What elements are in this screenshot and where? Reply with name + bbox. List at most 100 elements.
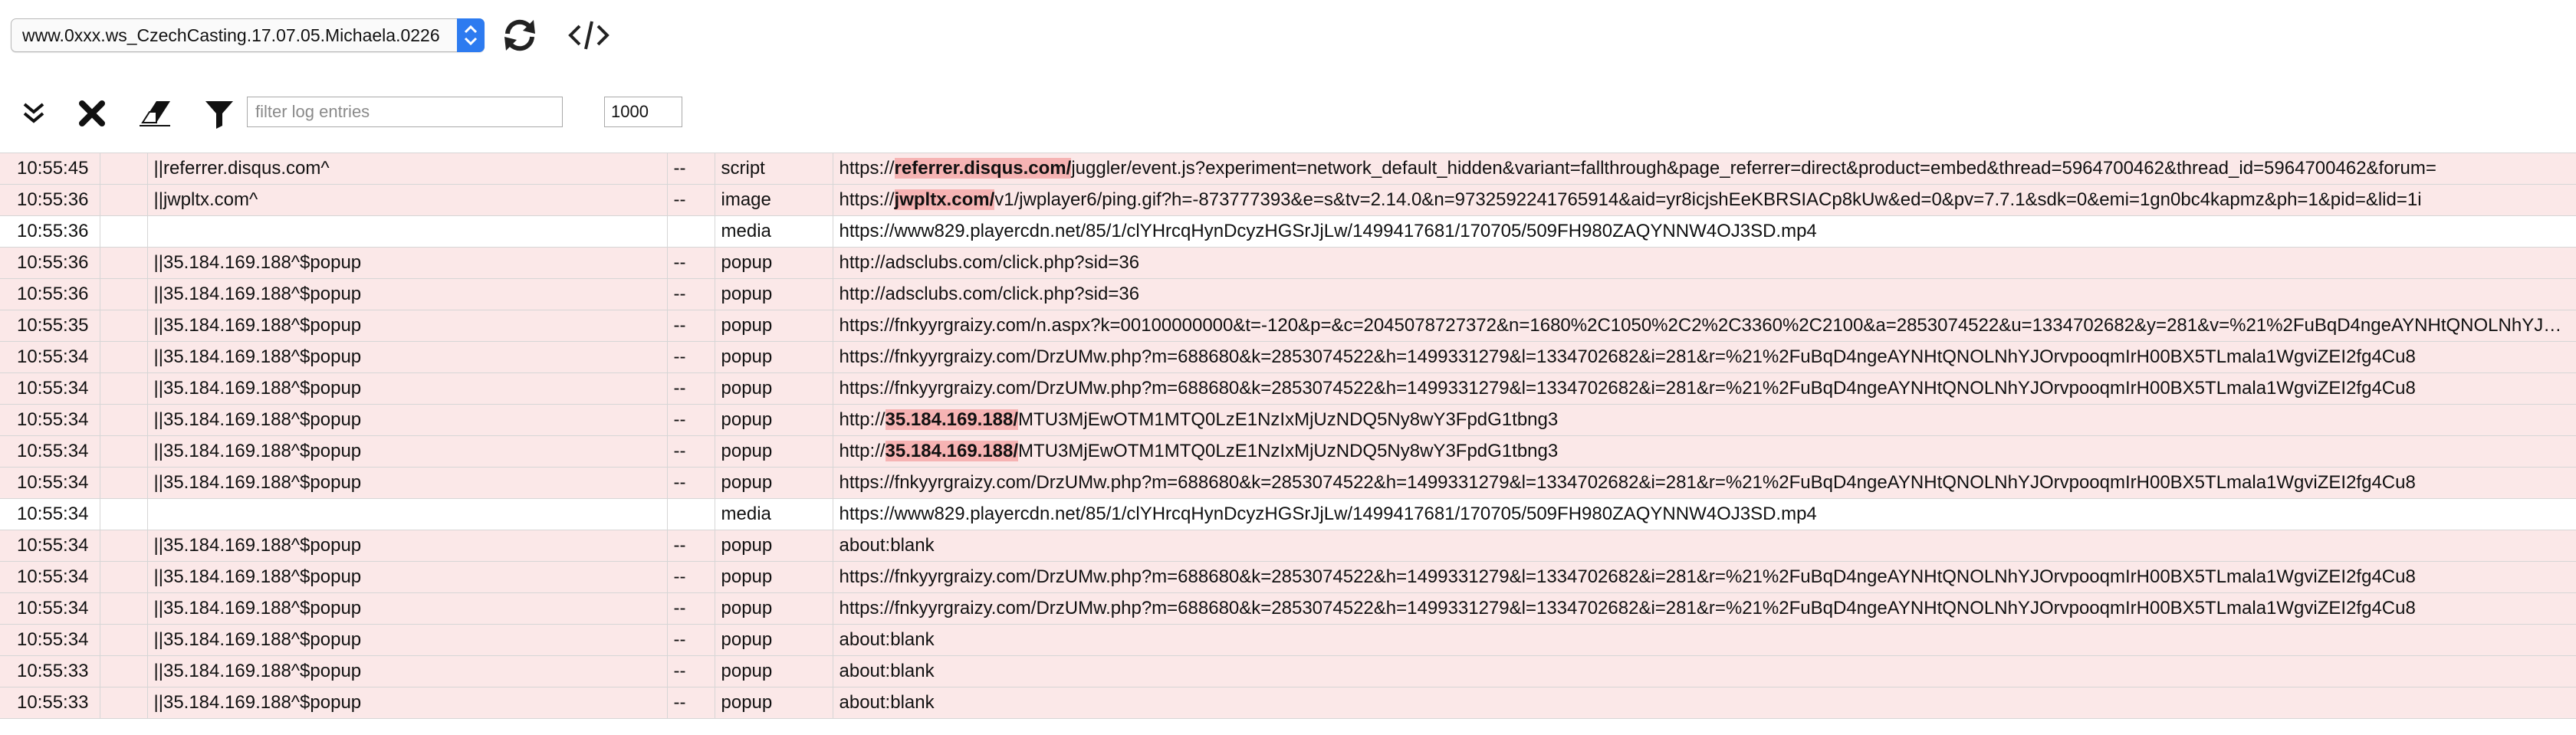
log-filter-cell[interactable]: ||35.184.169.188^$popup: [147, 656, 667, 687]
log-row[interactable]: 10:55:34||35.184.169.188^$popup--popupht…: [0, 436, 2576, 468]
log-tab-cell: [100, 310, 147, 342]
log-url-cell[interactable]: http://adsclubs.com/click.php?sid=36: [833, 279, 2576, 310]
log-type-cell: image: [715, 185, 833, 216]
log-row[interactable]: 10:55:36mediahttps://www829.playercdn.ne…: [0, 216, 2576, 248]
log-action-cell: --: [667, 562, 715, 593]
log-row[interactable]: 10:55:34||35.184.169.188^$popup--popupht…: [0, 373, 2576, 405]
log-row[interactable]: 10:55:34||35.184.169.188^$popup--popupht…: [0, 342, 2576, 373]
log-row[interactable]: 10:55:35||35.184.169.188^$popup--popupht…: [0, 310, 2576, 342]
log-action-cell: --: [667, 468, 715, 499]
log-filter-cell[interactable]: ||35.184.169.188^$popup: [147, 687, 667, 719]
log-filter-cell[interactable]: ||35.184.169.188^$popup: [147, 373, 667, 405]
log-action-cell: --: [667, 625, 715, 656]
clear-icon[interactable]: [74, 95, 110, 132]
log-row[interactable]: 10:55:34 ||35.184.169.188^$popup--popupab…: [0, 625, 2576, 656]
tab-selector-value: www.0xxx.ws_CzechCasting.17.07.05.Michae…: [22, 19, 440, 51]
log-tab-cell: [100, 530, 147, 562]
log-row[interactable]: 10:55:33||35.184.169.188^$popup--popupab…: [0, 656, 2576, 687]
log-filter-cell[interactable]: ||35.184.169.188^$popup: [147, 279, 667, 310]
log-url-cell[interactable]: about:blank: [833, 687, 2576, 719]
log-filter-cell[interactable]: ||35.184.169.188^$popup: [147, 248, 667, 279]
collapse-icon[interactable]: [15, 95, 52, 132]
log-filter-cell[interactable]: ||35.184.169.188^$popup: [147, 436, 667, 468]
log-filter-cell[interactable]: [147, 499, 667, 530]
log-url-cell[interactable]: https://fnkyyrgraizy.com/DrzUMw.php?m=68…: [833, 468, 2576, 499]
log-filter-cell[interactable]: [147, 216, 667, 248]
log-filter-cell[interactable]: ||35.184.169.188^$popup: [147, 405, 667, 436]
log-url-cell[interactable]: https://fnkyyrgraizy.com/DrzUMw.php?m=68…: [833, 562, 2576, 593]
log-time-cell: 10:55:34: [0, 625, 100, 656]
filter-log-input[interactable]: [247, 97, 563, 127]
log-url-cell[interactable]: https://fnkyyrgraizy.com/DrzUMw.php?m=68…: [833, 342, 2576, 373]
tab-selector[interactable]: www.0xxx.ws_CzechCasting.17.07.05.Michae…: [11, 18, 485, 52]
log-type-cell: media: [715, 216, 833, 248]
log-filter-cell[interactable]: ||35.184.169.188^$popup: [147, 342, 667, 373]
log-row[interactable]: 10:55:34||35.184.169.188^$popup--popupab…: [0, 530, 2576, 562]
log-url-cell[interactable]: https://www829.playercdn.net/85/1/clYHrc…: [833, 216, 2576, 248]
top-bar: www.0xxx.ws_CzechCasting.17.07.05.Michae…: [0, 0, 2576, 71]
log-url-cell[interactable]: http://35.184.169.188/MTU3MjEwOTM1MTQ0Lz…: [833, 405, 2576, 436]
log-row[interactable]: 10:55:36||35.184.169.188^$popup--popupht…: [0, 248, 2576, 279]
log-url-cell[interactable]: https://fnkyyrgraizy.com/n.aspx?k=001000…: [833, 310, 2576, 342]
log-type-cell: popup: [715, 530, 833, 562]
log-type-cell: popup: [715, 248, 833, 279]
code-icon[interactable]: [566, 15, 612, 55]
log-time-cell: 10:55:33: [0, 687, 100, 719]
log-row[interactable]: 10:55:34 ||35.184.169.188^$popup--popupht…: [0, 593, 2576, 625]
log-row[interactable]: 10:55:34||35.184.169.188^$popup--popupht…: [0, 405, 2576, 436]
log-filter-cell[interactable]: ||35.184.169.188^$popup: [147, 593, 667, 625]
log-type-cell: popup: [715, 593, 833, 625]
url-highlight: jwpltx.com/: [895, 189, 995, 210]
log-tab-cell: [100, 216, 147, 248]
log-table: 10:55:45||referrer.disqus.com^--scriptht…: [0, 153, 2576, 719]
log-url-cell[interactable]: about:blank: [833, 530, 2576, 562]
url-text: https://fnkyyrgraizy.com/DrzUMw.php?m=68…: [840, 566, 2416, 587]
log-time-cell: 10:55:36: [0, 248, 100, 279]
log-url-cell[interactable]: about:blank: [833, 656, 2576, 687]
log-url-cell[interactable]: http://adsclubs.com/click.php?sid=36: [833, 248, 2576, 279]
log-tab-cell: [100, 248, 147, 279]
log-type-cell: popup: [715, 562, 833, 593]
log-type-cell: script: [715, 153, 833, 185]
log-type-cell: popup: [715, 373, 833, 405]
log-url-cell[interactable]: https://www829.playercdn.net/85/1/clYHrc…: [833, 499, 2576, 530]
url-text: http://adsclubs.com/click.php?sid=36: [840, 252, 1140, 273]
log-time-cell: 10:55:34: [0, 562, 100, 593]
url-text: about:blank: [840, 535, 935, 556]
log-row[interactable]: 10:55:45||referrer.disqus.com^--scriptht…: [0, 153, 2576, 185]
max-entries-input[interactable]: [604, 97, 682, 127]
log-row[interactable]: 10:55:36||35.184.169.188^$popup--popupht…: [0, 279, 2576, 310]
log-url-cell[interactable]: https://fnkyyrgraizy.com/DrzUMw.php?m=68…: [833, 593, 2576, 625]
log-url-cell[interactable]: https://jwpltx.com/v1/jwplayer6/ping.gif…: [833, 185, 2576, 216]
log-action-cell: --: [667, 593, 715, 625]
url-text: https://: [840, 158, 895, 179]
log-url-cell[interactable]: https://fnkyyrgraizy.com/DrzUMw.php?m=68…: [833, 373, 2576, 405]
reload-icon[interactable]: [500, 15, 540, 55]
log-row[interactable]: 10:55:36||jwpltx.com^--imagehttps://jwpl…: [0, 185, 2576, 216]
log-tab-cell: [100, 656, 147, 687]
log-tab-cell: [100, 185, 147, 216]
log-url-cell[interactable]: http://35.184.169.188/MTU3MjEwOTM1MTQ0Lz…: [833, 436, 2576, 468]
log-url-cell[interactable]: https://referrer.disqus.com/juggler/even…: [833, 153, 2576, 185]
log-filter-cell[interactable]: ||35.184.169.188^$popup: [147, 468, 667, 499]
log-time-cell: 10:55:34: [0, 593, 100, 625]
log-filter-cell[interactable]: ||35.184.169.188^$popup: [147, 625, 667, 656]
log-url-cell[interactable]: about:blank: [833, 625, 2576, 656]
eraser-icon[interactable]: [136, 95, 173, 132]
select-arrows-icon[interactable]: [457, 18, 485, 52]
log-filter-cell[interactable]: ||35.184.169.188^$popup: [147, 310, 667, 342]
filter-icon[interactable]: [201, 95, 238, 132]
log-action-cell: --: [667, 153, 715, 185]
log-type-cell: popup: [715, 625, 833, 656]
log-filter-cell[interactable]: ||referrer.disqus.com^: [147, 153, 667, 185]
log-type-cell: media: [715, 499, 833, 530]
log-time-cell: 10:55:34: [0, 530, 100, 562]
log-row[interactable]: 10:55:34mediahttps://www829.playercdn.ne…: [0, 499, 2576, 530]
log-time-cell: 10:55:33: [0, 656, 100, 687]
log-filter-cell[interactable]: ||35.184.169.188^$popup: [147, 530, 667, 562]
log-filter-cell[interactable]: ||35.184.169.188^$popup: [147, 562, 667, 593]
log-row[interactable]: 10:55:34||35.184.169.188^$popup--popupht…: [0, 468, 2576, 499]
log-row[interactable]: 10:55:34 ||35.184.169.188^$popup--popupht…: [0, 562, 2576, 593]
log-filter-cell[interactable]: ||jwpltx.com^: [147, 185, 667, 216]
log-row[interactable]: 10:55:33||35.184.169.188^$popup--popupab…: [0, 687, 2576, 719]
